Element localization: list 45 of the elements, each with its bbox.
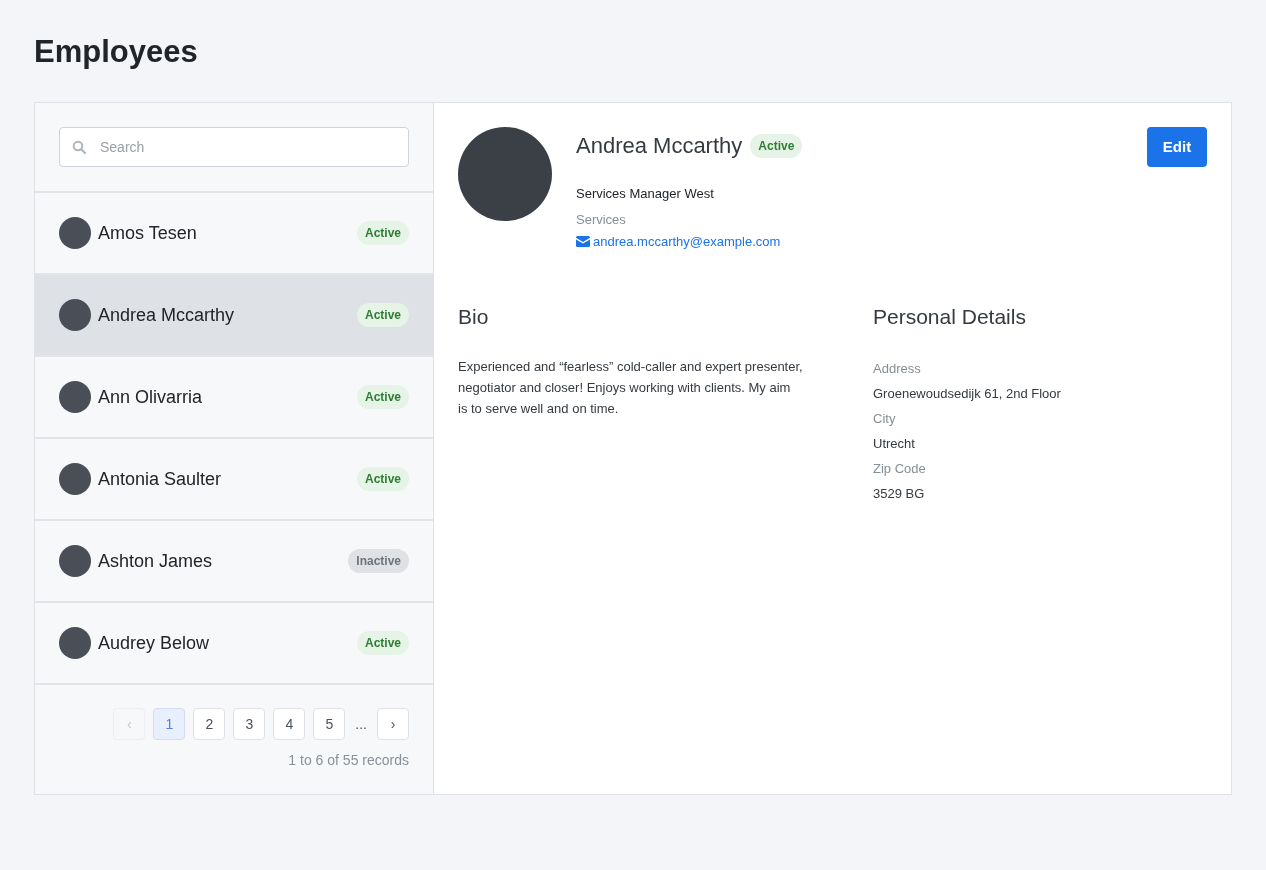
- avatar-placeholder: [59, 463, 91, 495]
- search-icon: [72, 140, 86, 154]
- status-badge: Active: [356, 467, 409, 491]
- employee-name: Andrea Mccarthy: [98, 303, 236, 327]
- field-value: Utrecht: [873, 434, 916, 453]
- page-button[interactable]: 4: [273, 708, 306, 740]
- field-value: 3529 BG: [873, 484, 926, 503]
- employee-name: Antonia Saulter: [98, 467, 223, 491]
- section-heading: Personal Details: [873, 303, 1027, 330]
- avatar-placeholder: [59, 381, 91, 413]
- status-badge: Inactive: [348, 549, 409, 573]
- employee-row[interactable]: Andrea Mccarthy Active: [35, 275, 433, 357]
- page-button[interactable]: 5: [313, 708, 346, 740]
- edit-button[interactable]: Edit: [1147, 127, 1207, 167]
- status-badge: Active: [356, 385, 409, 409]
- records-summary: 1 to 6 of 55 records: [288, 751, 409, 770]
- envelope-icon: [576, 236, 590, 248]
- status-badge: Active: [750, 133, 803, 158]
- email-link[interactable]: andrea.mccarthy@example.com: [576, 232, 1147, 252]
- search-field[interactable]: Search: [59, 127, 409, 167]
- avatar-placeholder: [59, 299, 91, 331]
- page-button[interactable]: 3: [233, 708, 266, 740]
- status-badge: Active: [356, 221, 409, 245]
- pagination-ellipsis: ...: [354, 714, 368, 734]
- field-label: Address: [873, 359, 922, 378]
- page-title: Employees: [34, 33, 199, 71]
- avatar-placeholder: [59, 627, 91, 659]
- field-label: Zip Code: [873, 459, 927, 478]
- field-value: Groenewoudsedijk 61, 2nd Floor: [873, 384, 1061, 403]
- next-page-button[interactable]: ›: [377, 708, 409, 740]
- status-badge: Active: [356, 303, 409, 327]
- avatar-placeholder: [59, 545, 91, 577]
- page-button[interactable]: 2: [193, 708, 226, 740]
- section-heading: Bio: [458, 303, 490, 330]
- bio-text: Experienced and “fearless” cold-caller and expert presenter, negotiator and closer! Enjoys working with clients. My aim is to serve well and on time.: [458, 357, 803, 418]
- employee-name: Audrey Below: [98, 631, 211, 655]
- department: Services: [576, 210, 627, 229]
- employee-name: Andrea Mccarthy: [576, 132, 743, 160]
- status-badge: Active: [356, 631, 409, 655]
- employee-name: Ann Olivarria: [98, 385, 204, 409]
- employee-name: Ashton James: [98, 549, 214, 573]
- employee-name: Amos Tesen: [98, 221, 198, 245]
- job-title: Services Manager West: [576, 185, 715, 203]
- field-label: City: [873, 409, 897, 428]
- avatar-placeholder: [59, 217, 91, 249]
